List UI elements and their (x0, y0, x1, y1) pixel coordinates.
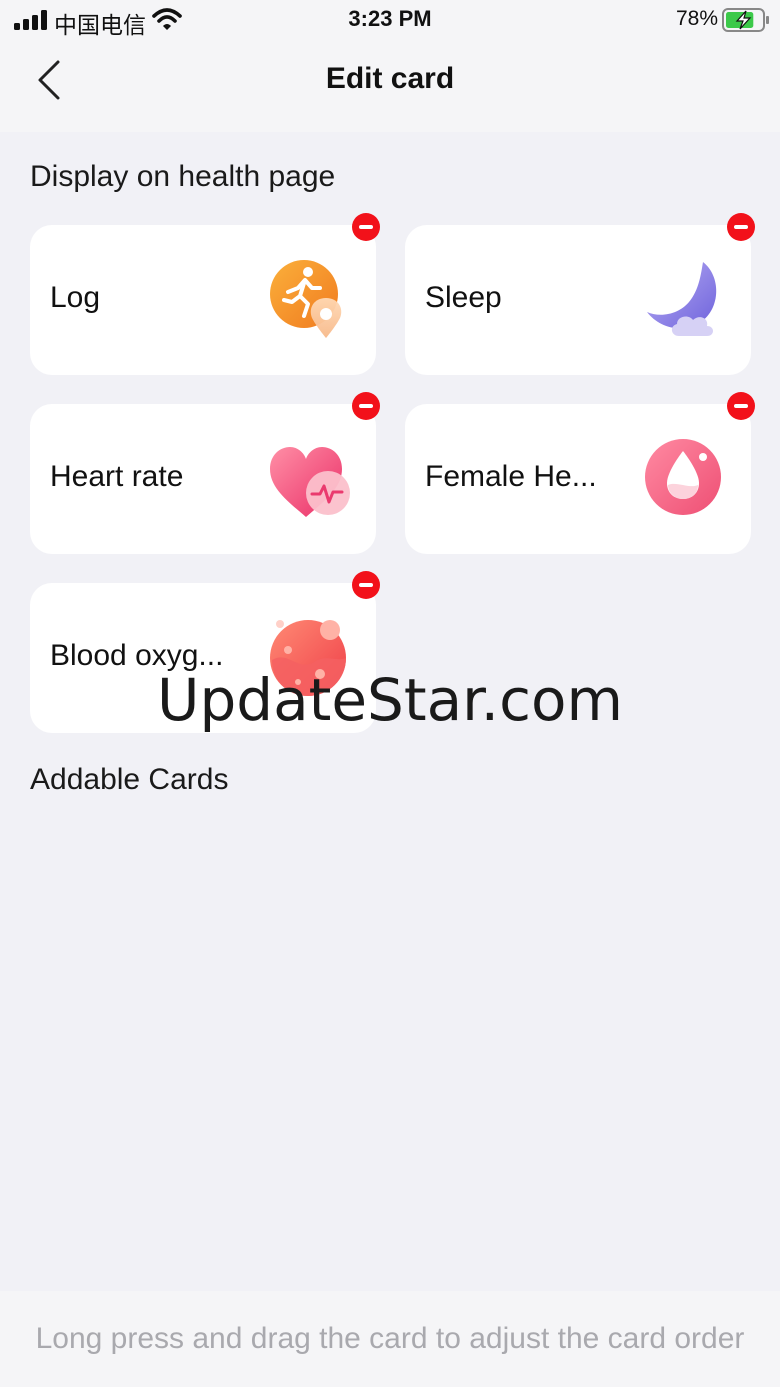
remove-card-button[interactable] (727, 213, 755, 241)
card-label: Heart rate (50, 460, 184, 493)
running-person-icon (270, 260, 342, 338)
card-heart-rate[interactable]: Heart rate (30, 392, 380, 554)
remove-card-button[interactable] (352, 213, 380, 241)
battery-percent: 78% (675, 7, 718, 30)
remove-card-button[interactable] (352, 392, 380, 420)
water-drop-icon (645, 439, 721, 515)
card-label: Sleep (425, 281, 502, 314)
page-title: Edit card (325, 62, 455, 95)
card-female-health[interactable]: Female He... (405, 392, 755, 554)
remove-card-button[interactable] (727, 392, 755, 420)
navigation-bar: Edit card (0, 40, 780, 132)
heart-pulse-icon (270, 447, 350, 517)
card-sleep[interactable]: Sleep (405, 213, 755, 375)
remove-card-button[interactable] (352, 571, 380, 599)
watermark-text: UpdateStar.com (157, 666, 623, 734)
section-title-displayed: Display on health page (30, 160, 336, 193)
card-label: Female He... (425, 460, 597, 493)
moon-cloud-icon (647, 262, 717, 336)
card-label: Log (50, 281, 101, 314)
section-title-addable: Addable Cards (30, 763, 229, 796)
footer: Long press and drag the card to adjust t… (0, 1291, 780, 1387)
card-log[interactable]: Log (30, 213, 380, 375)
status-time: 3:23 PM (348, 6, 432, 31)
drag-hint-text: Long press and drag the card to adjust t… (35, 1322, 745, 1355)
status-bar: 中国电信 3:23 PM 78% (0, 0, 780, 40)
battery-charging-icon (722, 8, 769, 32)
